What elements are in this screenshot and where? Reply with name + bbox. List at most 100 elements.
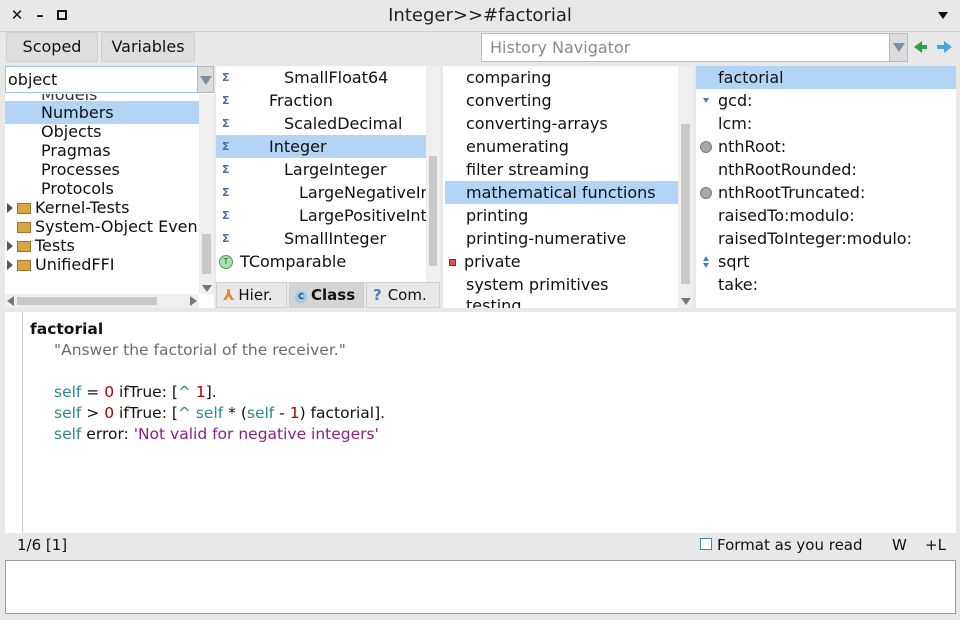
- line-numbers-toggle[interactable]: +L: [925, 536, 946, 554]
- class-item-label: ScaledDecimal: [284, 114, 403, 133]
- override-down-icon: [703, 98, 709, 103]
- method-item-sqrt[interactable]: sqrt: [696, 250, 956, 273]
- class-sigma-icon: Σ: [222, 117, 230, 130]
- variables-button[interactable]: Variables: [101, 32, 195, 62]
- history-forward-icon-stem: [937, 45, 944, 49]
- class-sigma-icon: Σ: [222, 186, 230, 199]
- class-item-integer[interactable]: Σ Integer: [216, 135, 426, 158]
- scoped-button[interactable]: Scoped: [6, 32, 98, 62]
- protocol-item-private[interactable]: private: [449, 250, 678, 273]
- method-item-raisedto-modulo[interactable]: raisedTo:modulo:: [696, 204, 956, 227]
- method-item-label: nthRoot:: [718, 137, 787, 156]
- method-item-factorial[interactable]: factorial: [696, 66, 956, 89]
- package-icon: [17, 222, 31, 233]
- package-pane: object Models Numbers Objects Pragmas Pr…: [5, 66, 214, 308]
- method-item-take[interactable]: take:: [696, 273, 956, 296]
- class-item-largeinteger[interactable]: Σ LargeInteger: [216, 158, 426, 181]
- chevron-down-icon: [892, 43, 905, 52]
- method-item-nthroottruncated[interactable]: nthRootTruncated:: [696, 181, 956, 204]
- class-item-fraction[interactable]: Σ Fraction: [216, 89, 426, 112]
- code-line-1: self = 0 ifTrue: [^ 1].: [54, 383, 217, 401]
- override-up-icon: [703, 256, 709, 261]
- tab-class[interactable]: C Class: [289, 282, 364, 308]
- class-item-largepositiveinteger[interactable]: Σ LargePositiveInt: [216, 204, 427, 227]
- package-filter-dropdown[interactable]: [197, 66, 214, 93]
- package-icon: [17, 241, 31, 252]
- protocol-pane: comparing converting converting-arrays e…: [443, 66, 693, 308]
- protocol-item-system-primitives[interactable]: system primitives: [466, 273, 609, 296]
- scrollbar-thumb[interactable]: [17, 297, 157, 305]
- scroll-down-icon[interactable]: [202, 285, 212, 292]
- code-line-3: self error: 'Not valid for negative inte…: [54, 425, 379, 443]
- package-item-unifiedffi[interactable]: UnifiedFFI: [7, 253, 199, 276]
- method-pane: factorial gcd: lcm: nthRoot: nthRootRoun…: [696, 66, 956, 308]
- method-item-gcd[interactable]: gcd:: [696, 89, 956, 112]
- protocol-item-filter-streaming[interactable]: filter streaming: [466, 158, 589, 181]
- method-item-nthrootrounded[interactable]: nthRootRounded:: [696, 158, 956, 181]
- override-down-icon: [703, 263, 709, 268]
- protocol-item-testing[interactable]: testing: [466, 294, 521, 308]
- class-item-label: TComparable: [240, 252, 347, 271]
- tab-class-label: Class: [311, 286, 356, 304]
- method-item-raisedtointeger-modulo[interactable]: raisedToInteger:modulo:: [696, 227, 956, 250]
- class-sigma-icon: Σ: [222, 71, 230, 84]
- scrollbar-thumb[interactable]: [202, 234, 211, 274]
- package-filter-text: object: [8, 70, 58, 89]
- class-item-smallinteger[interactable]: Σ SmallInteger: [216, 227, 426, 250]
- class-pane: Σ SmallFloat64 Σ Fraction Σ ScaledDecimal Σ…: [216, 66, 440, 282]
- command-input[interactable]: [5, 560, 956, 614]
- method-item-label: nthRootTruncated:: [718, 183, 866, 202]
- private-icon: [449, 259, 456, 266]
- class-item-label: SmallInteger: [284, 229, 386, 248]
- scroll-right-icon[interactable]: [190, 296, 197, 306]
- package-item-numbers[interactable]: Numbers: [5, 101, 199, 124]
- scroll-down-icon[interactable]: [681, 298, 691, 305]
- window-menu-icon[interactable]: [938, 12, 948, 19]
- protocol-item-converting[interactable]: converting: [466, 89, 552, 112]
- protocol-item-mathematical-functions[interactable]: mathematical functions: [445, 181, 678, 204]
- code-line-2: self > 0 ifTrue: [^ self * (self - 1) fa…: [54, 404, 386, 422]
- history-navigator-placeholder: History Navigator: [490, 38, 631, 57]
- hierarchy-icon: ⅄: [223, 286, 235, 304]
- wrap-mode-toggle[interactable]: W: [892, 536, 907, 554]
- tab-hierarchy[interactable]: ⅄ Hier.: [216, 282, 287, 308]
- package-list: Models Numbers Objects Pragmas Processes…: [5, 94, 199, 294]
- package-filter-input[interactable]: object: [5, 66, 199, 93]
- protocol-vertical-scrollbar[interactable]: [678, 66, 693, 308]
- scroll-left-icon[interactable]: [7, 296, 14, 306]
- title-bar: ✕ – Integer>>#factorial: [0, 0, 960, 32]
- class-vertical-scrollbar[interactable]: [426, 66, 440, 282]
- scrollbar-thumb[interactable]: [429, 156, 437, 266]
- code-editor[interactable]: factorial "Answer the factorial of the r…: [5, 312, 956, 533]
- package-horizontal-scrollbar[interactable]: [5, 294, 199, 308]
- tab-comment[interactable]: ? Com.: [366, 282, 440, 308]
- scrollbar-thumb[interactable]: [681, 124, 690, 284]
- format-as-you-read-label: Format as you read: [717, 536, 863, 554]
- protocol-item-comparing[interactable]: comparing: [466, 66, 551, 89]
- expand-arrow-icon[interactable]: [7, 260, 13, 270]
- class-item-tcomparable[interactable]: T TComparable: [216, 250, 426, 273]
- package-vertical-scrollbar[interactable]: [199, 94, 214, 294]
- class-item-smallfloat64[interactable]: Σ SmallFloat64: [216, 66, 426, 89]
- class-item-label: Fraction: [269, 91, 333, 110]
- expand-arrow-icon[interactable]: [7, 241, 13, 251]
- expand-arrow-icon[interactable]: [7, 203, 13, 213]
- class-item-largenegativeinteger[interactable]: Σ LargeNegativeIn: [216, 181, 431, 204]
- package-icon: [17, 260, 31, 271]
- history-forward-icon[interactable]: [944, 41, 952, 53]
- protocol-item-printing[interactable]: printing: [466, 204, 528, 227]
- protocol-item-enumerating[interactable]: enumerating: [466, 135, 569, 158]
- history-dropdown-arrow[interactable]: [889, 34, 907, 61]
- method-item-nthroot[interactable]: nthRoot:: [696, 135, 956, 158]
- protocol-item-converting-arrays[interactable]: converting-arrays: [466, 112, 608, 135]
- history-navigator-dropdown[interactable]: History Navigator: [481, 33, 908, 62]
- method-item-lcm[interactable]: lcm:: [696, 112, 956, 135]
- cursor-position: 1/6 [1]: [17, 536, 68, 554]
- class-sigma-icon: Σ: [222, 163, 230, 176]
- method-comment: "Answer the factorial of the receiver.": [54, 341, 346, 359]
- class-item-scaleddecimal[interactable]: Σ ScaledDecimal: [216, 112, 426, 135]
- format-as-you-read-checkbox[interactable]: [700, 538, 712, 550]
- package-icon: [17, 203, 31, 214]
- tab-comment-label: Com.: [387, 286, 427, 304]
- protocol-item-printing-numerative[interactable]: printing-numerative: [466, 227, 626, 250]
